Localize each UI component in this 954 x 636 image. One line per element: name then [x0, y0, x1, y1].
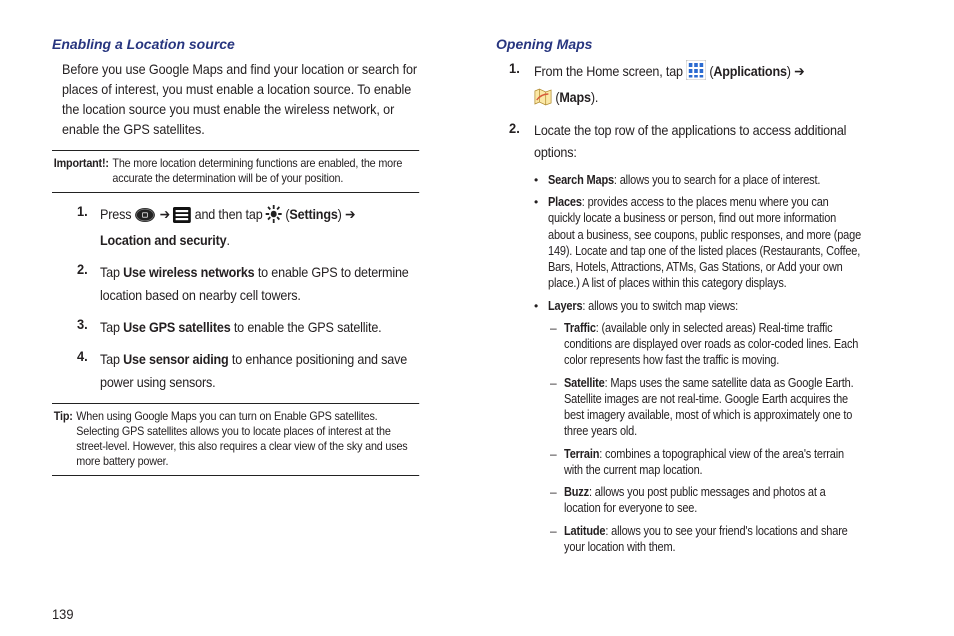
dash: – [550, 375, 564, 440]
sub-text: Traffic: (available only in selected are… [564, 320, 863, 369]
step-body: Tap Use sensor aiding to enhance positio… [100, 348, 424, 393]
bullet-title: Places [548, 195, 582, 209]
step-number: 3. [77, 316, 99, 338]
maps-icon [534, 88, 552, 113]
option-label: Use GPS satellites [123, 319, 230, 335]
steps-list: 1. Press ➔ and then tap (Settings) ➔ [76, 203, 460, 394]
bullet-title: Search Maps [548, 173, 614, 187]
steps-list-right: 1. From the Home screen, tap (Applicatio… [508, 60, 904, 164]
dash: – [550, 320, 564, 369]
settings-label: Settings [289, 206, 337, 222]
bullet-item: • Search Maps: allows you to search for … [534, 172, 904, 188]
bullet-dot: • [534, 194, 548, 292]
right-column: Opening Maps 1. From the Home screen, ta… [496, 36, 904, 616]
text: Tap [100, 351, 123, 367]
applications-label: Applications [713, 63, 786, 79]
step-2: 2. Locate the top row of the application… [508, 120, 904, 163]
apps-grid-icon [686, 60, 706, 87]
text: to enable the GPS satellite. [231, 319, 382, 335]
important-text: The more location determining functions … [112, 156, 419, 186]
bullet-list: • Search Maps: allows you to search for … [534, 172, 904, 314]
step-2: 2. Tap Use wireless networks to enable G… [76, 261, 460, 306]
sub-title: Buzz [564, 485, 589, 499]
location-security-label: Location and security [100, 232, 226, 248]
step-body: Press ➔ and then tap (Settings) ➔ Loc [100, 203, 355, 252]
text: : combines a topographical view of the a… [564, 447, 844, 477]
option-label: Use wireless networks [123, 264, 254, 280]
step-body: From the Home screen, tap (Applications)… [534, 60, 805, 112]
step-3: 3. Tap Use GPS satellites to enable the … [76, 316, 460, 338]
sub-title: Latitude [564, 524, 605, 538]
text: From the Home screen, tap [534, 63, 686, 79]
sub-item: – Traffic: (available only in selected a… [550, 320, 904, 369]
text: : allows you to search for a place of in… [614, 173, 820, 187]
sub-title: Satellite [564, 376, 605, 390]
important-label: Important!: [54, 156, 113, 186]
intro-paragraph: Before you use Google Maps and find your… [62, 60, 420, 140]
left-column: Enabling a Location source Before you us… [52, 36, 460, 616]
bullet-dot: • [534, 298, 548, 314]
text: : Maps uses the same satellite data as G… [564, 376, 853, 439]
bullet-text: Search Maps: allows you to search for a … [548, 172, 820, 188]
sub-title: Terrain [564, 447, 599, 461]
bullet-title: Layers [548, 299, 582, 313]
arrow: ➔ [160, 206, 174, 222]
sub-text: Latitude: allows you to see your friend'… [564, 523, 863, 556]
sub-title: Traffic [564, 321, 596, 335]
text: Tap [100, 319, 123, 335]
step-number: 1. [77, 203, 99, 252]
period: . [226, 232, 229, 248]
paren: ) ➔ [338, 206, 356, 222]
settings-gear-icon [266, 205, 282, 229]
tip-callout: Tip: When using Google Maps you can turn… [52, 403, 419, 476]
sub-text: Buzz: allows you post public messages an… [564, 484, 863, 517]
step-body: Tap Use wireless networks to enable GPS … [100, 261, 424, 306]
sub-text: Terrain: combines a topographical view o… [564, 446, 863, 479]
step-number: 2. [509, 120, 533, 163]
step-4: 4. Tap Use sensor aiding to enhance posi… [76, 348, 460, 393]
important-callout: Important!: The more location determinin… [52, 150, 419, 193]
bullet-dot: • [534, 172, 548, 188]
section-heading-opening: Opening Maps [496, 36, 904, 52]
bullet-text: Layers: allows you to switch map views: [548, 298, 738, 314]
text: : provides access to the places menu whe… [548, 195, 861, 290]
text: : allows you to switch map views: [582, 299, 738, 313]
paren: ). [591, 89, 598, 105]
step-1: 1. From the Home screen, tap (Applicatio… [508, 60, 904, 112]
bullet-item: • Places: provides access to the places … [534, 194, 904, 292]
tip-label: Tip: [54, 409, 76, 469]
dash: – [550, 523, 564, 556]
step-number: 2. [77, 261, 99, 306]
text: : (available only in selected areas) Rea… [564, 321, 858, 368]
step-number: 1. [509, 60, 533, 112]
step-body: Tap Use GPS satellites to enable the GPS… [100, 316, 382, 338]
bullet-item: • Layers: allows you to switch map views… [534, 298, 904, 314]
option-label: Use sensor aiding [123, 351, 228, 367]
menu-icon [173, 207, 191, 229]
section-heading-enabling: Enabling a Location source [52, 36, 460, 52]
sub-bullet-list: – Traffic: (available only in selected a… [550, 320, 904, 555]
text: Press [100, 206, 135, 222]
arrow: ) ➔ [787, 63, 805, 79]
manual-page: Enabling a Location source Before you us… [0, 0, 954, 636]
dash: – [550, 484, 564, 517]
sub-item: – Satellite: Maps uses the same satellit… [550, 375, 904, 440]
dash: – [550, 446, 564, 479]
maps-label: Maps [559, 89, 591, 105]
page-number: 139 [52, 606, 73, 622]
text: : allows you to see your friend's locati… [564, 524, 848, 554]
step-body: Locate the top row of the applications t… [534, 120, 867, 163]
sub-item: – Latitude: allows you to see your frien… [550, 523, 904, 556]
step-number: 4. [77, 348, 99, 393]
text: and then tap [195, 206, 266, 222]
sub-text: Satellite: Maps uses the same satellite … [564, 375, 863, 440]
text: : allows you post public messages and ph… [564, 485, 826, 515]
sub-item: – Buzz: allows you post public messages … [550, 484, 904, 517]
tip-text: When using Google Maps you can turn on E… [76, 409, 419, 469]
step-1: 1. Press ➔ and then tap (Settings) ➔ [76, 203, 460, 252]
sub-item: – Terrain: combines a topographical view… [550, 446, 904, 479]
bullet-text: Places: provides access to the places me… [548, 194, 861, 292]
text: Tap [100, 264, 123, 280]
home-button-icon [135, 207, 157, 229]
